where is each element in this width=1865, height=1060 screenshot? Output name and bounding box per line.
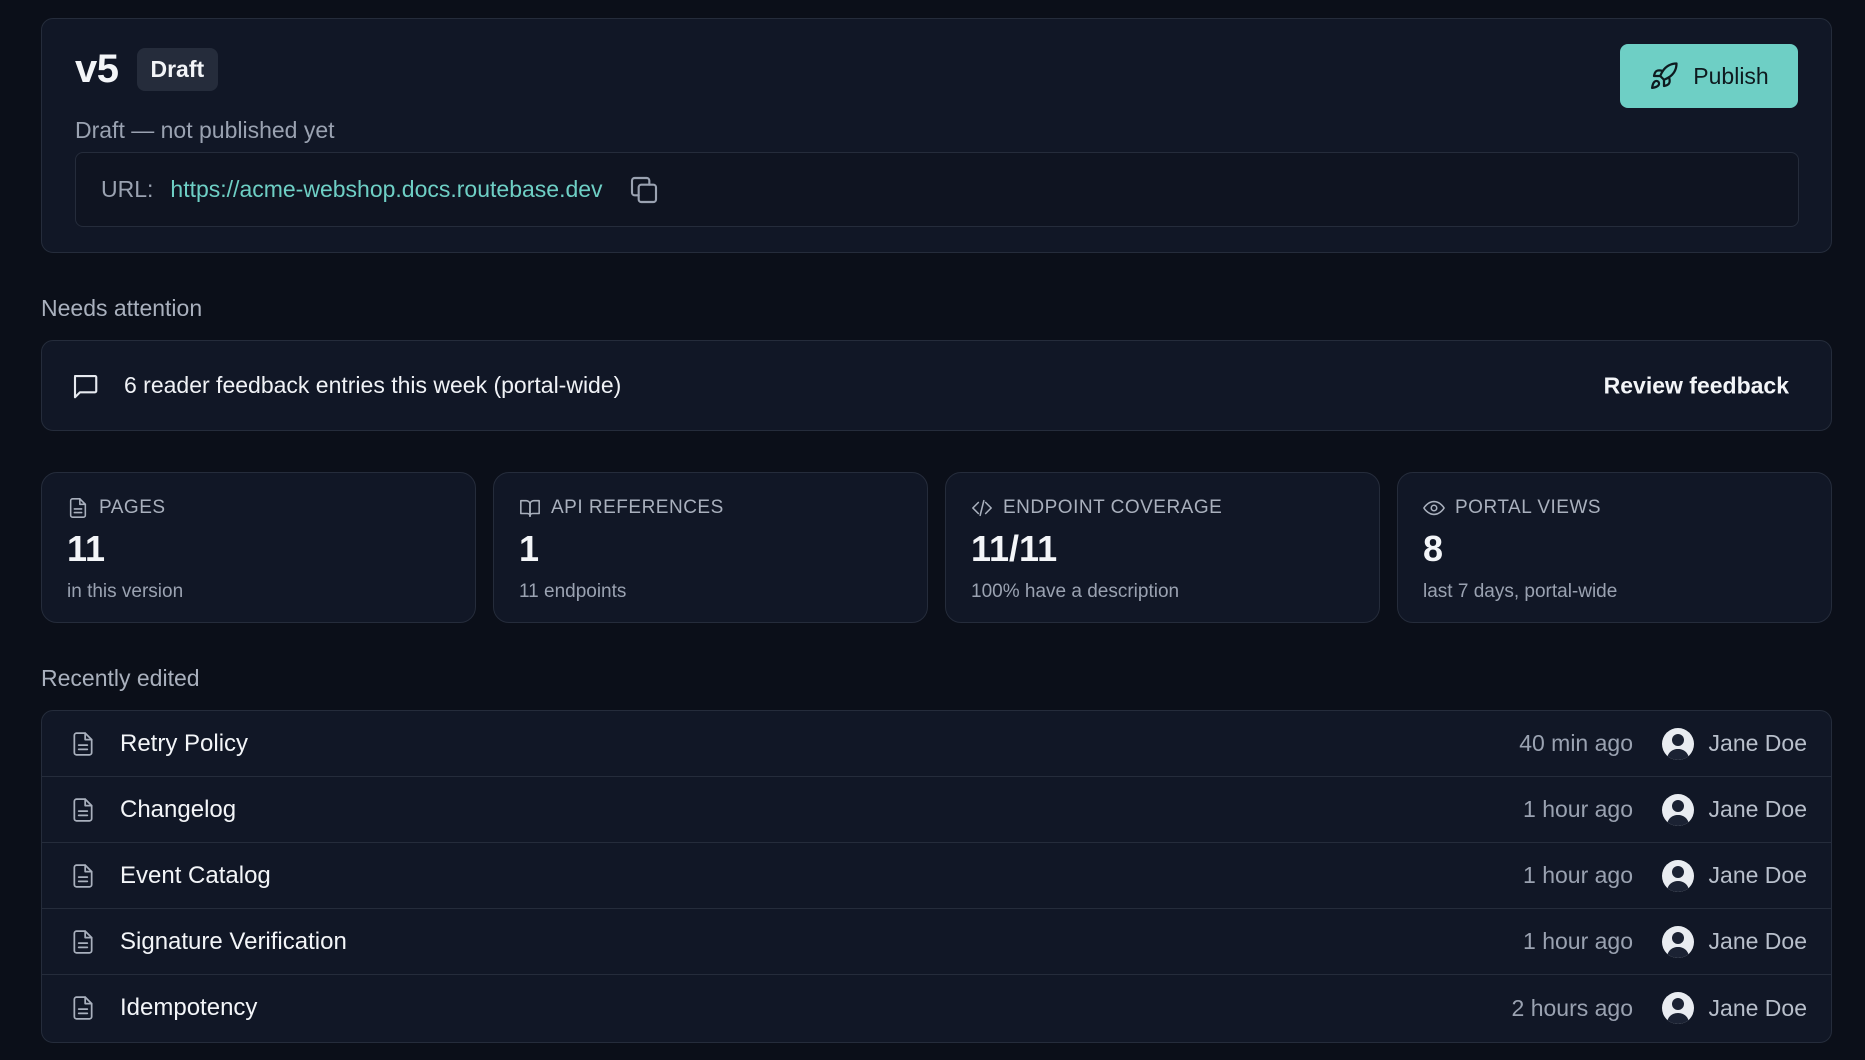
copy-icon[interactable] <box>628 174 660 206</box>
avatar <box>1662 992 1694 1024</box>
file-icon <box>70 929 96 955</box>
list-item[interactable]: Retry Policy 40 min ago Jane Doe <box>42 711 1831 777</box>
message-icon <box>70 371 100 401</box>
page-title: Retry Policy <box>120 729 249 757</box>
stat-subtext: 11 endpoints <box>519 581 627 602</box>
avatar <box>1662 859 1694 892</box>
avatar <box>1662 793 1694 826</box>
page-title: Signature Verification <box>120 927 347 955</box>
recently-edited-heading: Recently edited <box>41 665 200 691</box>
stat-card-portal-views: PORTAL VIEWS 8 last 7 days, portal-wide <box>1397 472 1832 623</box>
page-title: Idempotency <box>120 994 258 1021</box>
stat-label: ENDPOINT COVERAGE <box>1003 497 1223 518</box>
url-bar: URL: https://acme-webshop.docs.routebase… <box>75 152 1799 227</box>
recently-edited-list: Retry Policy 40 min ago Jane Doe Changel… <box>41 710 1832 1043</box>
version-number: v5 <box>75 47 119 91</box>
stat-card-pages: PAGES 11 in this version <box>41 472 476 623</box>
code-icon <box>971 497 993 519</box>
eye-icon <box>1423 497 1445 519</box>
publish-label: Publish <box>1693 62 1769 89</box>
avatar <box>1662 727 1694 760</box>
stat-subtext: last 7 days, portal-wide <box>1423 581 1618 602</box>
book-icon <box>519 497 541 519</box>
editor-name: Jane Doe <box>1708 928 1807 954</box>
stat-label: API REFERENCES <box>551 497 724 518</box>
file-icon <box>70 863 96 889</box>
list-item[interactable]: Signature Verification 1 hour ago Jane D… <box>42 909 1831 975</box>
edited-time: 1 hour ago <box>1523 796 1633 822</box>
attention-text: 6 reader feedback entries this week (por… <box>124 372 622 398</box>
file-icon <box>70 731 96 757</box>
attention-card: 6 reader feedback entries this week (por… <box>41 340 1832 431</box>
file-icon <box>67 497 89 519</box>
file-icon <box>70 995 96 1021</box>
stat-subtext: 100% have a description <box>971 581 1180 602</box>
review-feedback-link[interactable]: Review feedback <box>1604 372 1789 399</box>
file-icon <box>70 797 96 823</box>
stat-value: 11 <box>67 528 106 569</box>
rocket-icon <box>1649 61 1679 91</box>
list-item[interactable]: Event Catalog 1 hour ago Jane Doe <box>42 843 1831 909</box>
edited-time: 2 hours ago <box>1511 994 1633 1021</box>
version-card: v5 Draft Draft — not published yet Publi… <box>41 18 1832 253</box>
editor-name: Jane Doe <box>1708 994 1807 1021</box>
page-title: Changelog <box>120 795 237 823</box>
stat-label: PAGES <box>99 497 166 518</box>
stat-value: 8 <box>1423 528 1444 569</box>
list-item[interactable]: Idempotency 2 hours ago Jane Doe <box>42 975 1831 1041</box>
stat-value: 11/11 <box>971 528 1058 569</box>
version-status-text: Draft — not published yet <box>75 117 335 143</box>
edited-time: 1 hour ago <box>1523 862 1633 888</box>
stat-subtext: in this version <box>67 581 184 602</box>
portal-url-link[interactable]: https://acme-webshop.docs.routebase.dev <box>170 176 602 203</box>
editor-name: Jane Doe <box>1708 796 1807 822</box>
editor-name: Jane Doe <box>1708 730 1807 756</box>
status-badge: Draft <box>136 48 219 91</box>
stat-label: PORTAL VIEWS <box>1455 497 1602 518</box>
editor-name: Jane Doe <box>1708 862 1807 888</box>
stat-card-api-references: API REFERENCES 1 11 endpoints <box>493 472 928 623</box>
version-title: v5 Draft <box>75 47 219 92</box>
stat-card-endpoint-coverage: ENDPOINT COVERAGE 11/11 100% have a desc… <box>945 472 1380 623</box>
publish-button[interactable]: Publish <box>1620 44 1798 108</box>
avatar <box>1662 925 1694 958</box>
needs-attention-heading: Needs attention <box>41 295 203 321</box>
edited-time: 40 min ago <box>1519 730 1633 756</box>
list-item[interactable]: Changelog 1 hour ago Jane Doe <box>42 777 1831 843</box>
edited-time: 1 hour ago <box>1523 928 1633 954</box>
stat-value: 1 <box>519 528 540 569</box>
url-label: URL: <box>101 176 154 202</box>
page-title: Event Catalog <box>120 861 271 889</box>
